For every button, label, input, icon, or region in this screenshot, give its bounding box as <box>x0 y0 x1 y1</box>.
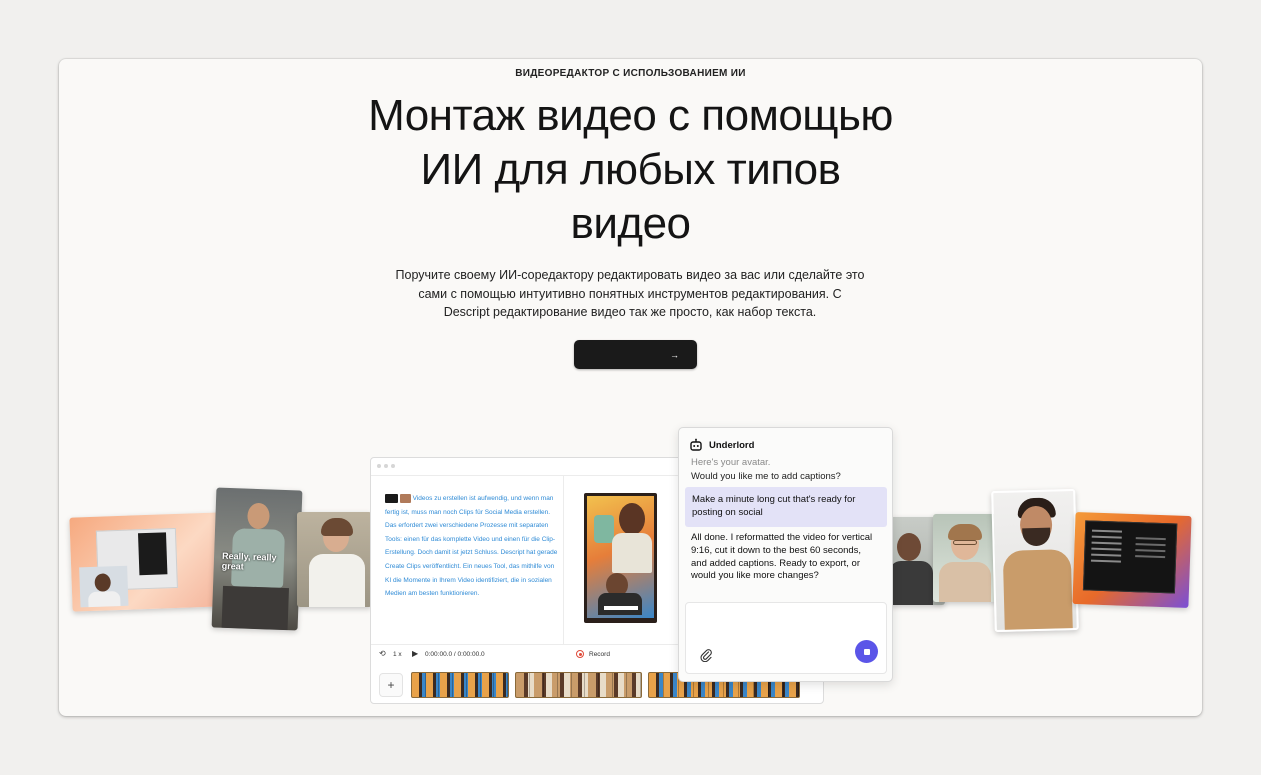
hero-description: Поручите своему ИИ-соредактору редактиро… <box>395 268 865 319</box>
robot-icon <box>690 438 702 451</box>
attach-icon[interactable] <box>699 648 713 662</box>
assistant-chat-panel: Underlord Here's your avatar. Would you … <box>678 427 893 682</box>
timecode: 0:00:00.0 / 0:00:00.0 <box>425 651 485 658</box>
record-label[interactable]: Record <box>589 651 610 658</box>
chat-header: Underlord <box>689 438 754 452</box>
video-preview[interactable] <box>584 493 657 623</box>
chat-input[interactable] <box>685 602 887 674</box>
window-controls <box>377 464 395 468</box>
caption-overlay: Really, really great <box>221 550 277 572</box>
phone-image <box>137 532 168 576</box>
person-thumbnail <box>79 565 129 608</box>
speed-icon[interactable]: ⟲ <box>379 649 386 658</box>
cta-button[interactable]: → <box>574 340 697 369</box>
stop-button[interactable] <box>855 640 878 663</box>
photo-laptop-sunset <box>1072 512 1192 608</box>
add-clip-button[interactable]: + <box>379 673 403 697</box>
script-text-panel[interactable]: Videos zu erstellen ist aufwendig, und w… <box>385 492 560 601</box>
arrow-right-icon: → <box>670 349 679 360</box>
photo-woman-glasses <box>933 514 997 602</box>
timeline-clip[interactable] <box>515 672 642 698</box>
photo-couch-interview: Really, really great <box>211 487 303 631</box>
photo-man-beard <box>991 488 1079 633</box>
page-title: Монтаж видео с помощью ИИ для любых типо… <box>368 91 893 248</box>
record-icon[interactable] <box>576 650 584 658</box>
avatar-thumb-icon <box>399 493 411 503</box>
hero-section: ВИДЕОРЕДАКТОР С ИСПОЛЬЗОВАНИЕМ ИИ Монтаж… <box>59 59 1202 716</box>
user-message-bubble: Make a minute long cut that's ready for … <box>685 487 887 527</box>
play-icon[interactable]: ▶ <box>412 649 418 658</box>
script-text: Videos zu erstellen ist aufwendig, und w… <box>385 495 558 598</box>
playback-speed[interactable]: 1 x <box>393 651 402 658</box>
photo-woman-laughing <box>297 512 372 607</box>
chat-message: Here's your avatar. <box>691 457 771 468</box>
laptop-screen <box>1082 520 1178 594</box>
timeline-clip[interactable] <box>411 672 509 698</box>
chat-message: Would you like me to add captions? <box>691 471 841 482</box>
assistant-name: Underlord <box>709 439 755 451</box>
speaker-icon <box>385 493 398 503</box>
photo-desk-scene <box>69 512 225 612</box>
eyebrow-label: ВИДЕОРЕДАКТОР С ИСПОЛЬЗОВАНИЕМ ИИ <box>515 68 746 79</box>
assistant-reply: All done. I reformatted the video for ve… <box>691 532 873 582</box>
